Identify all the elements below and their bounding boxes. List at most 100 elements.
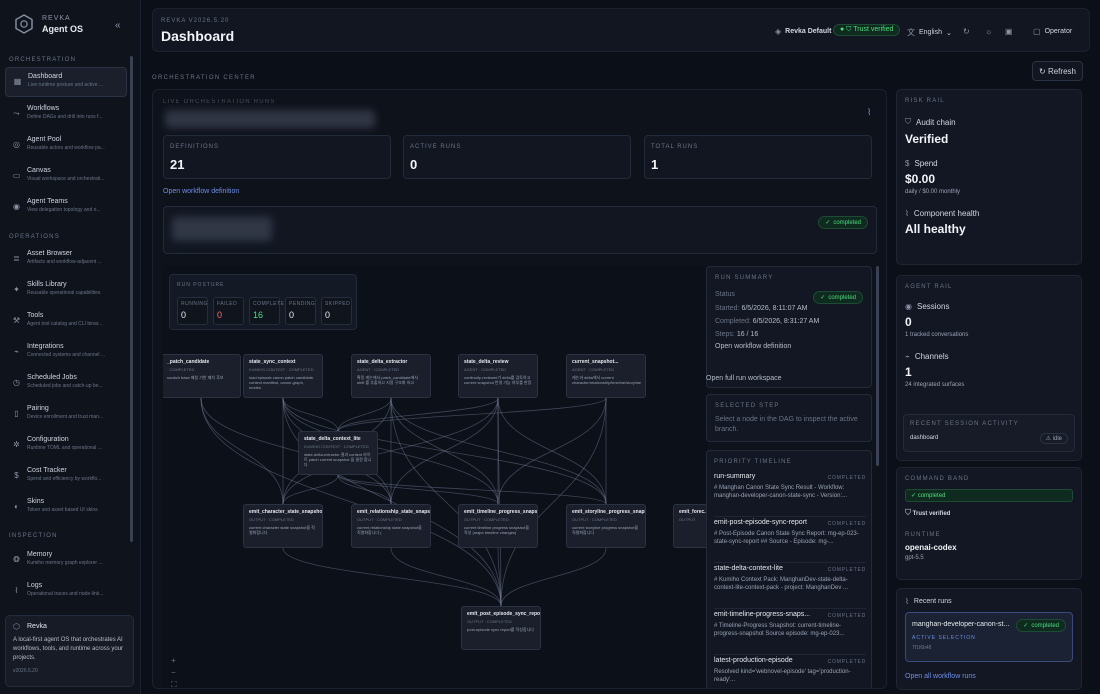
- language-select[interactable]: 文 English ⌄: [907, 27, 952, 38]
- timeline-item-desc: Resolved kind='webnovel-episode' tag='pr…: [714, 669, 851, 683]
- chat-icon: ▢: [1033, 27, 1041, 36]
- sidebar-item-label: Dashboard: [28, 73, 63, 80]
- timeline-item[interactable]: run-summary COMPLETED # Manghan Canon Stat…: [714, 473, 866, 517]
- link-icon[interactable]: ⌇: [867, 107, 871, 118]
- sidebar-item-workflows[interactable]: ⤳ Workflows Define DAGs and drill into run…: [5, 100, 127, 130]
- check-circle-icon: ✓: [820, 295, 826, 301]
- summary-open-definition-link[interactable]: Open workflow definition: [715, 343, 863, 350]
- dag-canvas[interactable]: RUN POSTURE RUNNING 0 FAILED 0 COMPLETE 16 PEN…: [163, 266, 708, 688]
- command-status: ✓ completed: [905, 489, 1073, 502]
- dag-node[interactable]: emit_post_episode_sync_report OUTPUT · CO…: [461, 606, 541, 650]
- dag-edge: [337, 397, 392, 432]
- summary-status-badge: ✓ completed: [813, 291, 863, 304]
- sidebar-item-memory[interactable]: ❂ Memory Kumiho memory graph explorer ...: [5, 546, 127, 576]
- dag-node[interactable]: _patch_candidate · COMPLETED scratch base …: [163, 354, 241, 398]
- dag-node[interactable]: emit_forec... OUTPUT: [673, 504, 708, 548]
- sun-icon: ☼: [985, 27, 993, 36]
- dag-node-meta: OUTPUT · COMPLETED: [464, 517, 509, 522]
- sidebar-item-agent-teams[interactable]: ◉ Agent Teams View delegation topology and…: [5, 193, 127, 223]
- dag-node[interactable]: state_sync_context KUMIHO CONTEXT · COMPL…: [243, 354, 323, 398]
- workflow-icon: ⤳: [13, 109, 20, 118]
- dag-node[interactable]: emit_timeline_progress_snapshot OUTPUT · …: [458, 504, 538, 548]
- timeline-item-status: COMPLETED: [827, 659, 866, 665]
- posture-skipped: SKIPPED 0: [321, 297, 352, 325]
- run-summary-label: RUN SUMMARY: [715, 275, 774, 281]
- zoom-in-button[interactable]: +: [171, 656, 176, 665]
- posture-value: 0: [325, 310, 331, 320]
- trust-badge: ● ⛉ Trust verified: [833, 24, 901, 36]
- brand[interactable]: REVKA Agent OS: [14, 14, 83, 34]
- timeline-item-status: COMPLETED: [827, 613, 866, 619]
- dag-node[interactable]: emit_relationship_state_snapshot OUTPUT ·…: [351, 504, 431, 548]
- dag-node-meta: KUMIHO CONTEXT · COMPLETED: [249, 367, 314, 372]
- open-workflow-definition-link[interactable]: Open workflow definition: [163, 188, 239, 195]
- dag-node[interactable]: current_snapshot... AGENT · COMPLETED 캐논과 …: [566, 354, 646, 398]
- health-value: All healthy: [905, 222, 966, 236]
- skin-selector[interactable]: ◈ Revka Default: [775, 27, 831, 36]
- stat-label: DEFINITIONS: [170, 144, 220, 150]
- clock-icon: ◷: [13, 378, 20, 387]
- zoom-out-button[interactable]: −: [171, 668, 176, 677]
- sidebar-item-scheduled-jobs[interactable]: ◷ Scheduled Jobs Scheduled jobs and catch-…: [5, 369, 127, 399]
- sidebar-item-logs[interactable]: ⌇ Logs Operational traces and node-link...: [5, 577, 127, 607]
- timeline-item[interactable]: latest-production-episode COMPLETED Resolv…: [714, 657, 866, 688]
- dag-node[interactable]: state_delta_extractor AGENT · COMPLETED 확정…: [351, 354, 431, 398]
- refresh-button[interactable]: ↻ Refresh: [1032, 61, 1083, 81]
- sidebar-item-integrations[interactable]: ⌁ Integrations Connected systems and chann…: [5, 338, 127, 368]
- dag-node-title: emit_timeline_progress_snapshot: [464, 509, 538, 515]
- collapse-sidebar-icon[interactable]: «: [115, 20, 121, 31]
- sidebar-item-dashboard[interactable]: ▦ Dashboard Live runtime posture and activ…: [5, 67, 127, 97]
- sidebar-item-agent-pool[interactable]: ◎ Agent Pool Reusable actors and workflow …: [5, 131, 127, 161]
- recent-session-state-label: idle: [1052, 436, 1062, 442]
- sidebar-item-cost-tracker[interactable]: $ Cost Tracker Spend and efficiency by wor…: [5, 462, 127, 492]
- version-label: REVKA V2026.5.20: [161, 18, 230, 24]
- sidebar-item-sub: Scheduled jobs and catch-up be...: [27, 383, 103, 389]
- dag-node-meta: OUTPUT · COMPLETED: [467, 619, 512, 624]
- dag-node[interactable]: emit_storyline_progress_snapshot OUTPUT ·…: [566, 504, 646, 548]
- refresh-cycle-button[interactable]: ↻: [963, 27, 970, 36]
- theme-toggle[interactable]: ☼: [985, 27, 992, 36]
- spend-sub: daily / $0.00 monthly: [905, 189, 961, 195]
- section-label-orchestration: ORCHESTRATION: [9, 57, 77, 63]
- runtime-label: RUNTIME: [905, 532, 941, 538]
- dag-node[interactable]: state_delta_context_lite KUMIHO CONTEXT ·…: [298, 431, 378, 475]
- started-key: Started:: [715, 305, 740, 312]
- timeline-item[interactable]: emit-timeline-progress-snaps... COMPLETED…: [714, 611, 866, 655]
- sidebar-item-asset-browser[interactable]: ≣ Asset Browser Artifacts and workflow-adj…: [5, 245, 127, 275]
- open-full-run-link[interactable]: Open full run workspace: [706, 375, 781, 382]
- notifications-button[interactable]: ▣: [1005, 27, 1013, 36]
- dag-edge: [390, 547, 502, 607]
- sidebar-item-label: Configuration: [27, 436, 69, 443]
- timeline-item[interactable]: emit-post-episode-sync-report COMPLETED # …: [714, 519, 866, 563]
- sidebar-item-canvas[interactable]: ▭ Canvas Visual workspace and orchestrati.…: [5, 162, 127, 192]
- sidebar-item-skills-library[interactable]: ✦ Skills Library Reusable operational capa…: [5, 276, 127, 306]
- dag-edge: [200, 397, 284, 505]
- recent-run-item[interactable]: manghan-developer-canon-st... ✓ completed…: [905, 612, 1073, 662]
- timeline-item[interactable]: state-delta-context-lite COMPLETED # Kumih…: [714, 565, 866, 609]
- risk-rail-label: RISK RAIL: [905, 98, 945, 104]
- timeline-item-status: COMPLETED: [827, 521, 866, 527]
- sidebar-item-label: Cost Tracker: [27, 467, 67, 474]
- user-menu[interactable]: ▢ Operator: [1033, 27, 1072, 36]
- channels-key: ⌁ Channels: [905, 352, 1073, 361]
- run-detail-scrollbar[interactable]: [876, 266, 879, 466]
- sidebar-item-label: Skins: [27, 498, 45, 505]
- sidebar-item-configuration[interactable]: ✲ Configuration Runtime TOML and operation…: [5, 431, 127, 461]
- about-desc: A local-first agent OS that orchestrates…: [13, 637, 124, 661]
- recent-session-card[interactable]: RECENT SESSION ACTIVITY dashboard ⚠ idle: [903, 414, 1075, 452]
- dag-node-title: state_sync_context: [249, 359, 296, 365]
- sidebar-item-label: Agent Teams: [27, 198, 68, 205]
- run-header-card[interactable]: ✓ completed: [163, 206, 877, 254]
- dag-edge: [497, 397, 607, 505]
- dag-node[interactable]: emit_character_state_snapshot OUTPUT · CO…: [243, 504, 323, 548]
- sidebar-item-sub: Reusable actors and workflow pa...: [27, 145, 105, 151]
- sidebar-item-skins[interactable]: ◐ Skins Token and asset based UI skins: [5, 493, 127, 523]
- sidebar-item-pairing[interactable]: ▯ Pairing Device enrollment and trust man.…: [5, 400, 127, 430]
- dag-node[interactable]: state_delta_review AGENT · COMPLETED conti…: [458, 354, 538, 398]
- timeline-item-desc: # Post-Episode Canon State Sync Report: …: [714, 531, 859, 545]
- fit-view-button[interactable]: ⛶: [171, 680, 177, 688]
- sidebar-item-label: Logs: [27, 582, 43, 589]
- open-all-runs-link[interactable]: Open all workflow runs: [905, 673, 976, 680]
- sidebar-scrollbar[interactable]: [130, 56, 133, 542]
- sidebar-item-tools[interactable]: ⚒ Tools Agent tool catalog and CLI binar..…: [5, 307, 127, 337]
